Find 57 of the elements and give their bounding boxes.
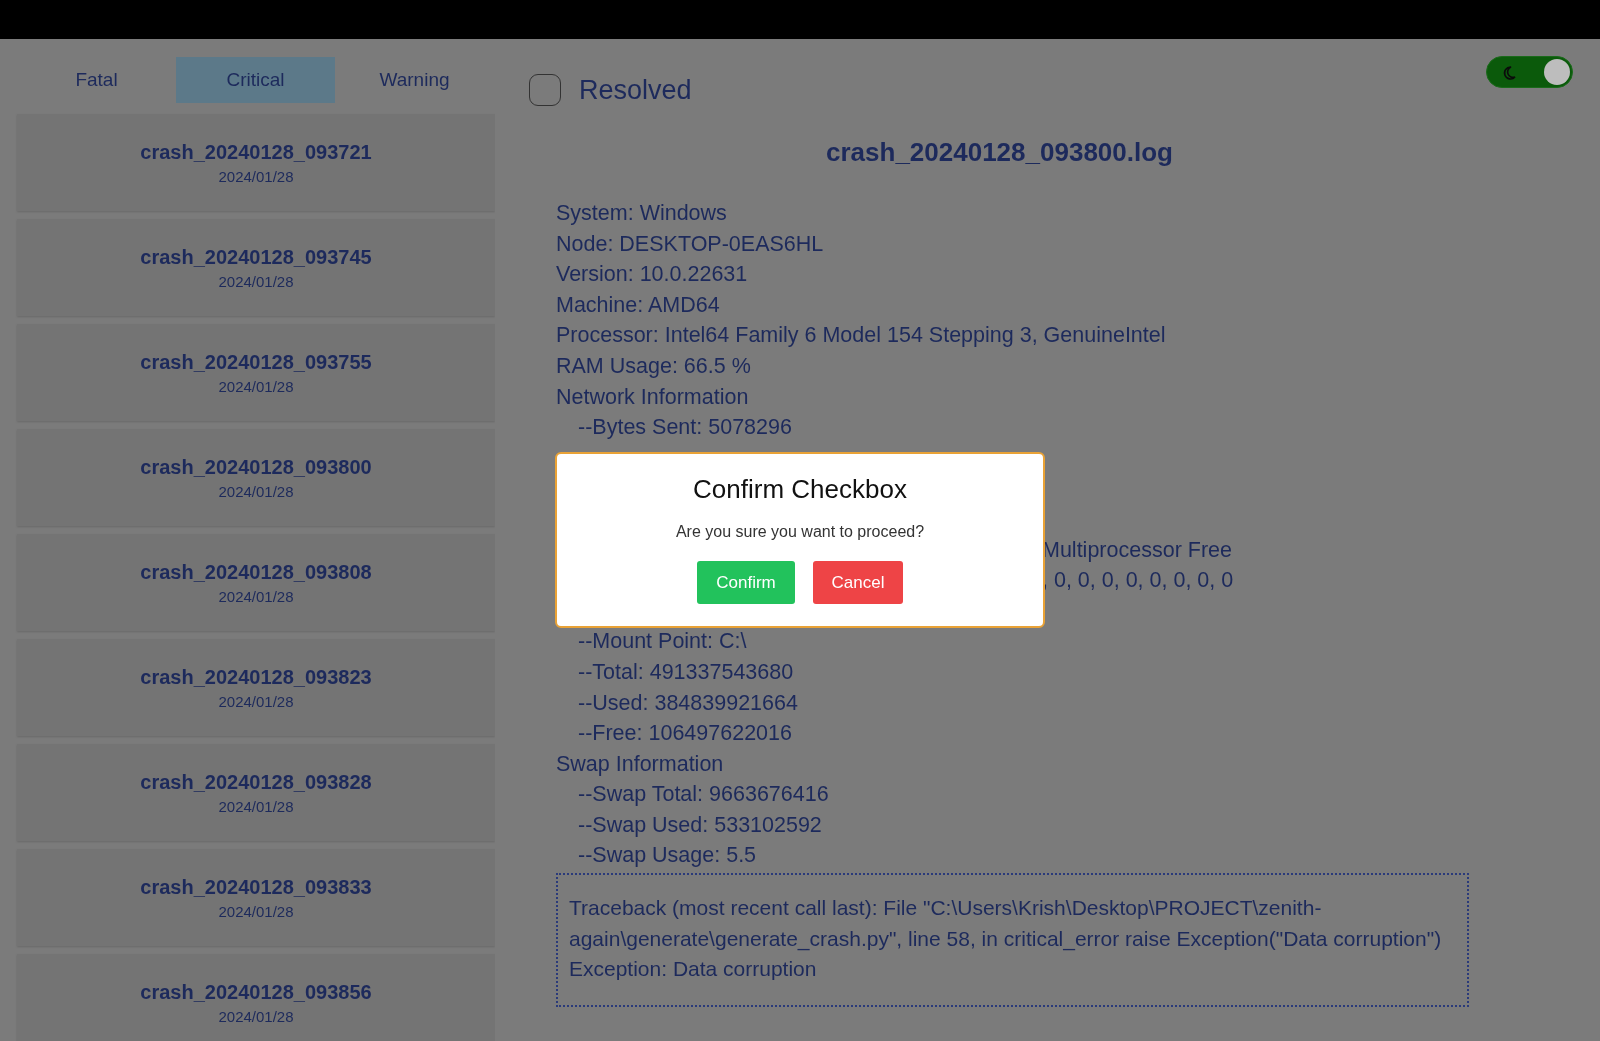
log-line: Swap Information <box>556 750 725 778</box>
crash-date: 2024/01/28 <box>218 377 294 395</box>
log-line: --Mount Point: C:\ <box>577 628 748 656</box>
crash-list-item[interactable]: crash_20240128_093823 2024/01/28 <box>17 639 495 736</box>
crash-date: 2024/01/28 <box>218 482 294 500</box>
crash-list-item[interactable]: crash_20240128_093828 2024/01/28 <box>17 744 495 841</box>
log-line: Network Information <box>556 383 750 411</box>
log-line: --Swap Usage: 5.5 <box>577 842 758 870</box>
filter-tab[interactable]: Fatal <box>17 57 176 103</box>
traceback-text: Traceback (most recent call last): File "C:\Users\Krish\Desktop\PROJECT\zenith-again\generate\generate_crash.py", line 58, in critical_error raise Exception("Data corruption") Exception: Data corruption <box>556 873 1469 1007</box>
crash-name: crash_20240128_093745 <box>140 245 372 269</box>
dark-mode-toggle[interactable] <box>1486 56 1573 88</box>
crash-date: 2024/01/28 <box>218 1007 294 1025</box>
log-line: --Used: 384839921664 <box>577 689 799 717</box>
crash-name: crash_20240128_093856 <box>140 980 372 1004</box>
dialog-title: Confirm Checkbox <box>693 474 907 505</box>
log-line: --Swap Used: 533102592 <box>577 811 823 839</box>
crash-list-item[interactable]: crash_20240128_093721 2024/01/28 <box>17 114 495 211</box>
cancel-button[interactable]: Cancel <box>813 561 903 604</box>
log-line: Version: 10.0.22631 <box>556 261 749 289</box>
crash-list-item[interactable]: crash_20240128_093745 2024/01/28 <box>17 219 495 316</box>
crash-date: 2024/01/28 <box>218 692 294 710</box>
crash-date: 2024/01/28 <box>218 272 294 290</box>
log-line: RAM Usage: 66.5 % <box>556 352 752 380</box>
crash-name: crash_20240128_093823 <box>140 665 372 689</box>
crash-list-item[interactable]: crash_20240128_093800 2024/01/28 <box>17 429 495 526</box>
filter-tab[interactable]: Warning <box>335 57 494 103</box>
crash-date: 2024/01/28 <box>218 902 294 920</box>
crash-list-item[interactable]: crash_20240128_093808 2024/01/28 <box>17 534 495 631</box>
log-title: crash_20240128_093800.log <box>825 137 1174 168</box>
log-line: Multiprocessor Free <box>1042 536 1233 564</box>
log-line: Processor: Intel64 Family 6 Model 154 Stepping 3, GenuineIntel <box>556 322 1167 350</box>
filter-tab[interactable]: Critical <box>176 57 335 103</box>
crash-list-item[interactable]: crash_20240128_093833 2024/01/28 <box>17 849 495 946</box>
log-line: --Bytes Sent: 5078296 <box>577 414 793 442</box>
log-line: Machine: AMD64 <box>556 291 721 319</box>
crash-name: crash_20240128_093755 <box>140 350 372 374</box>
crash-name: crash_20240128_093808 <box>140 560 372 584</box>
resolved-checkbox[interactable] <box>529 74 561 106</box>
log-line: --Total: 491337543680 <box>577 658 795 686</box>
crash-list-item[interactable]: crash_20240128_093856 2024/01/28 <box>17 954 495 1041</box>
log-line: --Free: 106497622016 <box>577 720 793 748</box>
log-line: Node: DESKTOP-0EAS6HL <box>556 230 825 258</box>
crash-name: crash_20240128_093721 <box>140 140 372 164</box>
crash-date: 2024/01/28 <box>218 797 294 815</box>
crash-date: 2024/01/28 <box>218 587 294 605</box>
log-line: System: Windows <box>556 200 728 227</box>
crash-date: 2024/01/28 <box>218 167 294 185</box>
crash-name: crash_20240128_093800 <box>140 455 372 479</box>
crash-name: crash_20240128_093833 <box>140 875 372 899</box>
resolved-label: Resolved <box>579 74 692 106</box>
log-line: --Swap Total: 9663676416 <box>577 781 830 809</box>
moon-icon <box>1501 65 1517 81</box>
crash-name: crash_20240128_093828 <box>140 770 372 794</box>
confirm-button[interactable]: Confirm <box>697 561 795 604</box>
dialog-message: Are you sure you want to proceed? <box>675 523 925 541</box>
crash-list-item[interactable]: crash_20240128_093755 2024/01/28 <box>17 324 495 421</box>
